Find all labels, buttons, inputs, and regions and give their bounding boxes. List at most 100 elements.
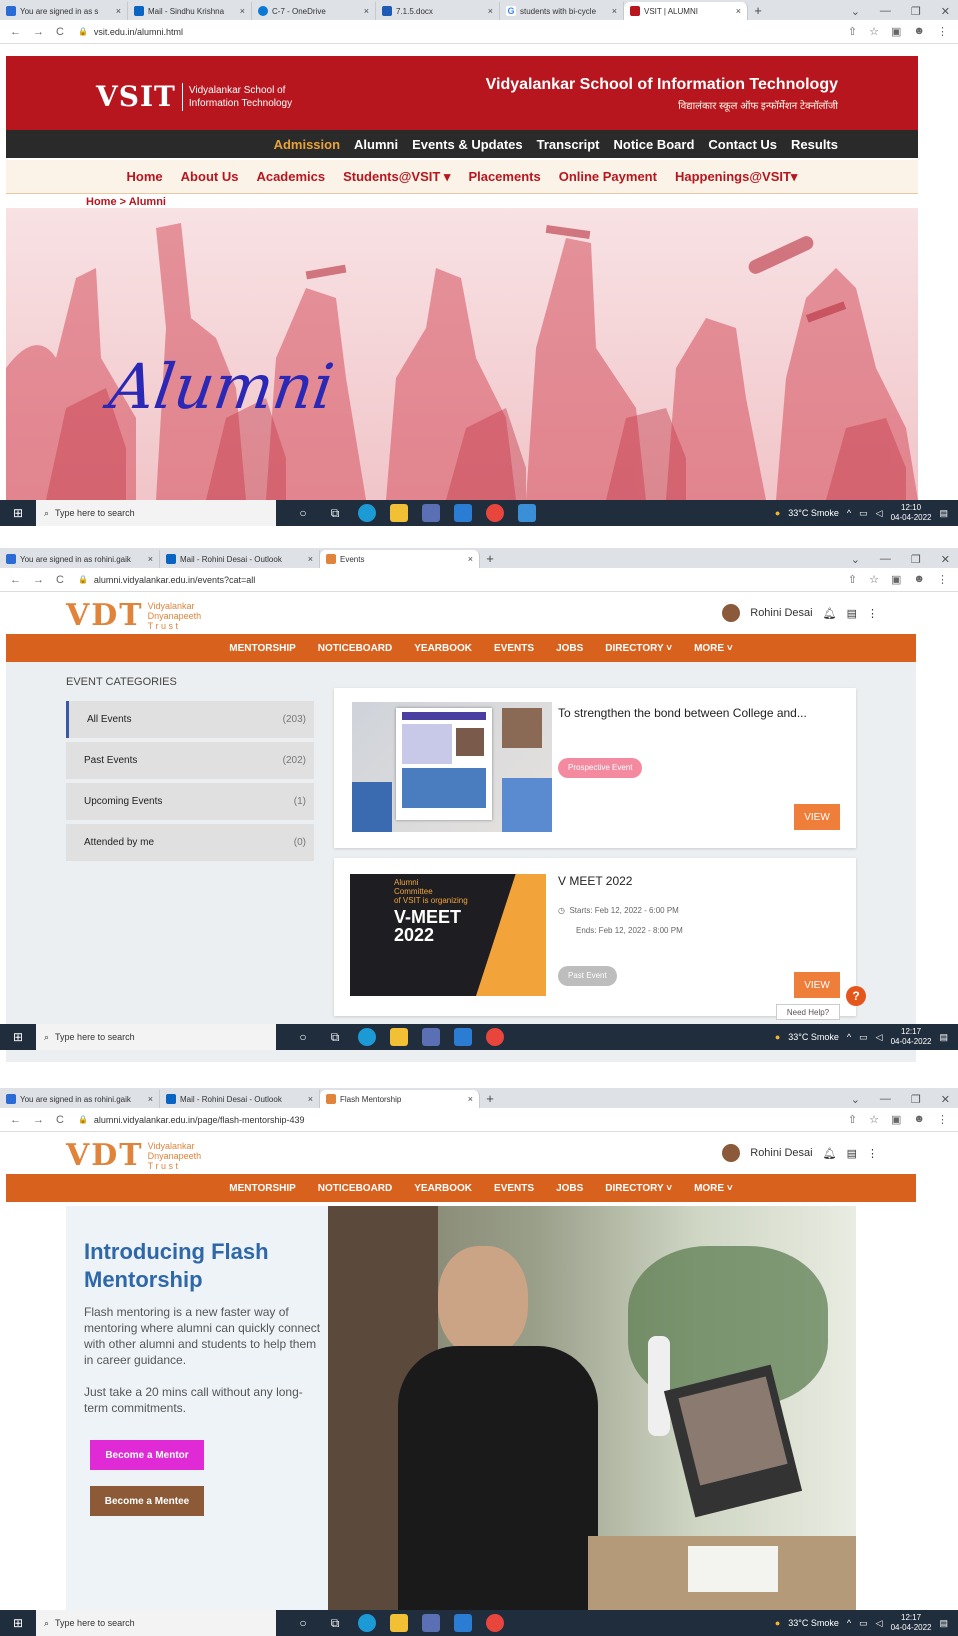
clock[interactable]: 12:17 04-04-2022 (891, 1027, 932, 1047)
browser-tab-active[interactable]: VSIT | ALUMNI × (624, 2, 748, 20)
new-tab-button[interactable]: + (480, 1090, 500, 1108)
nav-jobs[interactable]: JOBS (556, 1183, 583, 1194)
chrome-icon[interactable] (486, 1028, 504, 1046)
nav-more-dropdown[interactable]: MORE ˅ (694, 643, 733, 654)
sidebar-icon[interactable]: ▣ (891, 573, 901, 586)
view-event-button[interactable]: VIEW (794, 972, 840, 998)
url-field[interactable]: 🔒 vsit.edu.in/alumni.html (74, 23, 848, 41)
nav-alumni[interactable]: Alumni (354, 137, 398, 152)
file-explorer-icon[interactable] (390, 1614, 408, 1632)
file-explorer-icon[interactable] (390, 504, 408, 522)
nav-contact-us[interactable]: Contact Us (708, 137, 777, 152)
browser-tab[interactable]: Mail - Sindhu Krishna × (128, 2, 252, 20)
volume-icon[interactable]: ◁ (876, 1032, 883, 1043)
back-icon[interactable]: ← (10, 1114, 21, 1126)
edge-icon[interactable] (358, 1614, 376, 1632)
chrome-icon[interactable] (486, 1614, 504, 1632)
nav-about-us[interactable]: About Us (181, 169, 239, 184)
user-name[interactable]: Rohini Desai (750, 1147, 812, 1159)
minimize-icon[interactable]: — (880, 1093, 891, 1105)
weather-text[interactable]: 33°C Smoke (788, 508, 839, 518)
browser-tab-active[interactable]: Flash Mentorship × (320, 1090, 480, 1108)
minimize-icon[interactable]: — (880, 5, 891, 17)
nav-more-dropdown[interactable]: MORE ˅ (694, 1183, 733, 1194)
clock[interactable]: 12:17 04-04-2022 (891, 1613, 932, 1633)
taskbar-search[interactable]: ⌕ Type here to search (36, 500, 276, 526)
back-icon[interactable]: ← (10, 574, 21, 586)
nav-jobs[interactable]: JOBS (556, 643, 583, 654)
menu-kebab-icon[interactable]: ⋮ (937, 1113, 948, 1126)
mail-icon[interactable] (454, 1614, 472, 1632)
lock-icon[interactable]: 🔒 (78, 1115, 88, 1124)
lock-icon[interactable]: 🔒 (78, 27, 88, 36)
nav-directory-dropdown[interactable]: DIRECTORY ˅ (605, 643, 672, 654)
close-icon[interactable]: × (116, 6, 121, 16)
avatar[interactable] (722, 604, 741, 622)
bookmark-star-icon[interactable]: ☆ (869, 1113, 879, 1126)
network-icon[interactable]: ▭ (859, 1618, 868, 1629)
weather-text[interactable]: 33°C Smoke (788, 1032, 839, 1042)
profile-icon[interactable]: ☻ (913, 25, 925, 38)
bookmark-star-icon[interactable]: ☆ (869, 573, 879, 586)
mail-icon[interactable] (454, 504, 472, 522)
more-vert-icon[interactable]: ⋮ (867, 607, 878, 620)
bell-icon[interactable]: 🔔︎ (823, 1147, 837, 1160)
windows-start-icon[interactable]: ⊞ (0, 1030, 36, 1044)
chat-icon[interactable]: ▤ (847, 1147, 857, 1160)
tray-chevron-icon[interactable]: ^ (847, 508, 851, 518)
url-field[interactable]: 🔒 alumni.vidyalankar.edu.in/events?cat=al… (74, 571, 848, 589)
tab-search-icon[interactable]: ⌄ (851, 1093, 860, 1106)
network-icon[interactable]: ▭ (859, 508, 868, 519)
forward-icon[interactable]: → (33, 26, 44, 38)
edge-icon[interactable] (358, 504, 376, 522)
nav-yearbook[interactable]: YEARBOOK (414, 1183, 472, 1194)
nav-events[interactable]: EVENTS (494, 643, 534, 654)
nav-online-payment[interactable]: Online Payment (559, 169, 657, 184)
browser-tab[interactable]: 7.1.5.docx × (376, 2, 500, 20)
nav-directory-dropdown[interactable]: DIRECTORY ˅ (605, 1183, 672, 1194)
tab-search-icon[interactable]: ⌄ (851, 5, 860, 18)
share-icon[interactable]: ⇧ (848, 25, 857, 38)
profile-icon[interactable]: ☻ (913, 1113, 925, 1126)
notification-icon[interactable]: ▤ (939, 508, 948, 519)
browser-tab[interactable]: Mail - Rohini Desai - Outlook × (160, 550, 320, 568)
help-icon[interactable]: ? (846, 986, 866, 1006)
store-icon[interactable] (422, 1614, 440, 1632)
taskbar-search[interactable]: ⌕ Type here to search (36, 1024, 276, 1050)
url-field[interactable]: 🔒 alumni.vidyalankar.edu.in/page/flash-me… (74, 1111, 848, 1129)
nav-events[interactable]: EVENTS (494, 1183, 534, 1194)
event-title[interactable]: V MEET 2022 (558, 874, 632, 888)
nav-noticeboard[interactable]: NOTICEBOARD (318, 1183, 392, 1194)
reload-icon[interactable]: C (56, 1114, 64, 1126)
close-icon[interactable]: × (488, 6, 493, 16)
forward-icon[interactable]: → (33, 1114, 44, 1126)
close-icon[interactable]: × (468, 1094, 473, 1104)
volume-icon[interactable]: ◁ (876, 1618, 883, 1629)
browser-tab[interactable]: You are signed in as rohini.gaik × (0, 550, 160, 568)
become-mentee-button[interactable]: Become a Mentee (90, 1486, 204, 1516)
nav-results[interactable]: Results (791, 137, 838, 152)
close-window-icon[interactable]: ✕ (941, 553, 950, 566)
close-window-icon[interactable]: ✕ (941, 1093, 950, 1106)
browser-tab[interactable]: Mail - Rohini Desai - Outlook × (160, 1090, 320, 1108)
forward-icon[interactable]: → (33, 574, 44, 586)
chat-icon[interactable]: ▤ (847, 607, 857, 620)
nav-transcript[interactable]: Transcript (537, 137, 600, 152)
close-window-icon[interactable]: ✕ (941, 5, 950, 18)
sidebar-icon[interactable]: ▣ (891, 25, 901, 38)
avatar[interactable] (722, 1144, 741, 1162)
become-mentor-button[interactable]: Become a Mentor (90, 1440, 204, 1470)
close-icon[interactable]: × (148, 1094, 153, 1104)
user-name[interactable]: Rohini Desai (750, 607, 812, 619)
restore-icon[interactable]: ❐ (911, 553, 921, 566)
store-icon[interactable] (422, 1028, 440, 1046)
taskbar-search[interactable]: ⌕ Type here to search (36, 1610, 276, 1636)
nav-academics[interactable]: Academics (256, 169, 325, 184)
task-view-icon[interactable]: ⧉ (326, 1028, 344, 1046)
category-attended-by-me[interactable]: Attended by me (0) (66, 824, 314, 861)
windows-start-icon[interactable]: ⊞ (0, 1616, 36, 1630)
task-view-icon[interactable]: ⧉ (326, 504, 344, 522)
notification-icon[interactable]: ▤ (939, 1618, 948, 1629)
task-view-icon[interactable]: ⧉ (326, 1614, 344, 1632)
tray-chevron-icon[interactable]: ^ (847, 1032, 851, 1042)
